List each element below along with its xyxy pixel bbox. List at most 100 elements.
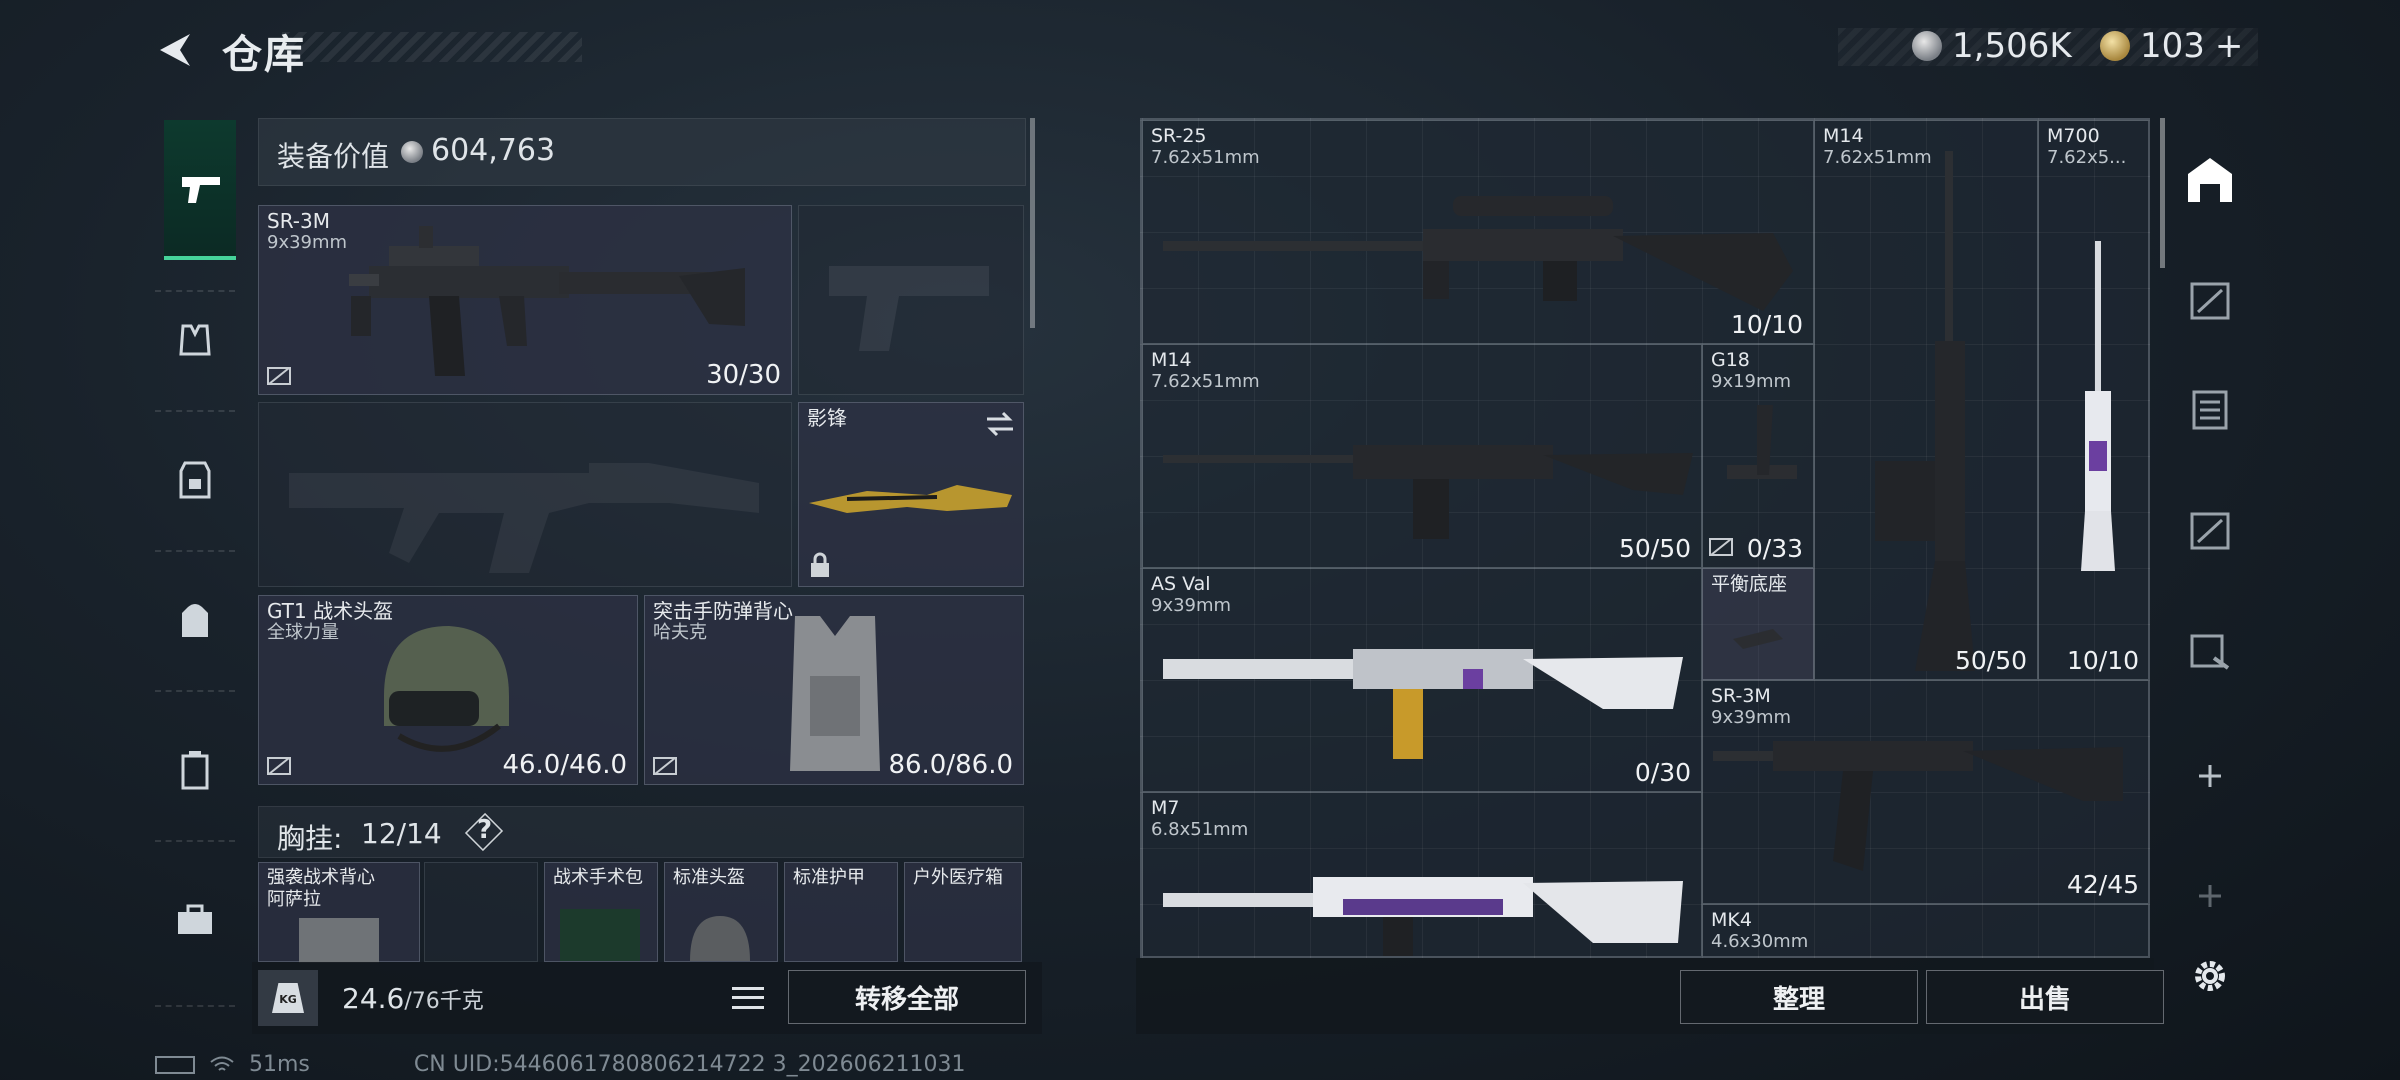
no-insurance-icon	[653, 757, 677, 775]
weapon-name: SR-3M	[267, 209, 330, 233]
melee-name: 影锋	[807, 406, 847, 430]
rig-vest-slot[interactable]: 强袭战术背心 阿萨拉	[258, 862, 420, 963]
nav-weapons[interactable]	[171, 160, 231, 220]
melee-slot[interactable]: 影锋	[798, 402, 1024, 587]
no-insurance-icon	[267, 367, 291, 385]
storage-box-icon	[2192, 390, 2228, 430]
nav-divider	[155, 290, 235, 292]
help-icon[interactable]: ?	[477, 815, 492, 845]
stash-item-base[interactable]: 平衡底座	[1702, 568, 1814, 680]
item-count: 42/45	[2066, 870, 2139, 899]
tab-storage-2[interactable]	[2180, 380, 2240, 440]
stash-scrollbar[interactable]	[2160, 118, 2165, 268]
stash-item-g18[interactable]: G18 9x19mm 0/33	[1702, 344, 1814, 568]
rifle-image	[1163, 649, 1683, 759]
item-name: M14	[1151, 349, 1192, 371]
sell-button[interactable]: 出售	[1926, 970, 2164, 1024]
stash-item-asval[interactable]: AS Val 9x39mm 0/30	[1142, 568, 1702, 792]
tab-storage-3[interactable]	[2180, 500, 2240, 560]
no-insurance-icon	[1709, 538, 1733, 556]
case-icon	[181, 751, 209, 790]
stash-item-m7[interactable]: M7 6.8x51mm	[1142, 792, 1702, 956]
swap-icon[interactable]	[985, 411, 1015, 437]
tab-storage-4[interactable]	[2180, 620, 2240, 680]
item-name: 平衡底座	[1711, 573, 1788, 595]
weight-icon-box: KG	[258, 970, 318, 1026]
item-caliber: 9x19mm	[1711, 371, 1792, 392]
vest-image	[299, 918, 379, 963]
knife-image	[809, 485, 1012, 513]
item-name: AS Val	[1151, 573, 1211, 595]
pistol-slot[interactable]	[798, 205, 1024, 395]
item-count: 10/10	[2066, 646, 2139, 675]
nav-backpack[interactable]	[165, 590, 225, 650]
category-nav	[155, 110, 236, 1010]
carry-weight-max: /76千克	[404, 989, 484, 1014]
lock-icon	[811, 552, 829, 577]
item-count: 50/50	[1954, 646, 2027, 675]
helmet-durability: 46.0/46.0	[502, 750, 627, 780]
stash-item-mk4[interactable]: MK4 4.6x30mm	[1702, 904, 2148, 956]
rifle-image	[1713, 741, 2123, 871]
user-uid: CN UID:5446061780806214722 3_20260621103…	[413, 1052, 966, 1077]
equip-value: 604,763	[431, 133, 556, 168]
helmet-slot[interactable]: GT1 战术头盔 全球力量 46.0/46.0	[258, 595, 638, 785]
title-decoration	[282, 32, 582, 62]
plus-icon	[2199, 765, 2221, 787]
stash-grid[interactable]: SR-25 7.62x51mm 10/10 M14 7.62x51mm 50/50 …	[1140, 118, 2150, 958]
tab-storage-1[interactable]	[2180, 270, 2240, 330]
loadout-scrollbar[interactable]	[1030, 118, 1035, 328]
armor-name: 突击手防弹背心	[653, 599, 793, 623]
stash-item-m14[interactable]: M14 7.62x51mm 50/50	[1142, 344, 1702, 568]
helmet-image	[690, 916, 750, 961]
armor-slot[interactable]: 突击手防弹背心 哈夫克 86.0/86.0	[644, 595, 1024, 785]
stash-item-sr3m[interactable]: SR-3M 9x39mm 42/45	[1702, 680, 2148, 904]
wifi-icon	[210, 1056, 234, 1071]
sort-button[interactable]: 整理	[1680, 970, 1918, 1024]
stash-item-sr25[interactable]: SR-25 7.62x51mm 10/10	[1142, 120, 1814, 344]
armor-brand: 哈夫克	[653, 622, 707, 643]
weapon-caliber: 9x39mm	[267, 232, 348, 253]
vest-icon	[179, 324, 211, 356]
item-caliber: 4.6x30mm	[1711, 931, 1809, 952]
item-caliber: 6.8x51mm	[1151, 819, 1249, 840]
add-storage-button[interactable]	[2180, 746, 2240, 806]
primary-weapon-slot[interactable]: SR-3M 9x39mm 30/30	[258, 205, 792, 395]
secondary-weapon-slot[interactable]	[258, 402, 792, 587]
equip-value-label: 装备价值	[277, 140, 390, 173]
rig-item-slot[interactable]: 标准头盔	[664, 862, 778, 962]
list-icon[interactable]	[726, 978, 770, 1018]
nav-divider	[155, 1005, 235, 1007]
warehouse-icon	[2188, 158, 2232, 202]
add-storage-button-disabled[interactable]	[2180, 866, 2240, 926]
gold-currency[interactable]: 103 +	[2100, 26, 2243, 66]
nav-toolbox[interactable]	[165, 890, 225, 950]
plus-icon	[2199, 885, 2221, 907]
rig-label: 胸挂:	[277, 822, 343, 855]
chest-rig-header: 胸挂: 12/14 ?	[258, 806, 1024, 858]
nav-armor[interactable]	[165, 450, 225, 510]
rig-empty-slot[interactable]	[424, 862, 538, 962]
stash-tabs	[2170, 110, 2250, 1010]
nav-chest-rig[interactable]	[165, 310, 225, 370]
stash-item-m14-vertical[interactable]: M14 7.62x51mm 50/50	[1814, 120, 2038, 680]
rig-item-name: 户外医疗箱	[913, 867, 1003, 888]
gold-coin-icon	[2100, 31, 2130, 61]
tab-warehouse[interactable]	[2180, 150, 2240, 210]
rig-item-slot[interactable]: 户外医疗箱	[904, 862, 1022, 962]
silver-coin-icon	[401, 141, 423, 163]
rig-item-slot[interactable]: 战术手术包	[544, 862, 658, 962]
transfer-all-button[interactable]: 转移全部	[788, 970, 1026, 1024]
add-gold-button[interactable]: +	[2215, 26, 2244, 66]
nav-divider	[155, 550, 235, 552]
armor-durability: 86.0/86.0	[888, 750, 1013, 780]
settings-button[interactable]	[2180, 946, 2240, 1006]
rig-item-slot[interactable]: 标准护甲	[784, 862, 898, 962]
back-button[interactable]	[152, 28, 196, 72]
item-name: M700	[2047, 125, 2100, 147]
item-count: 50/50	[1618, 534, 1691, 563]
stash-item-m700[interactable]: M700 7.62x5... 10/10	[2038, 120, 2148, 680]
nav-container[interactable]	[165, 740, 225, 800]
silver-amount: 1,506K	[1952, 26, 2072, 66]
storage-box-icon	[2190, 282, 2230, 320]
